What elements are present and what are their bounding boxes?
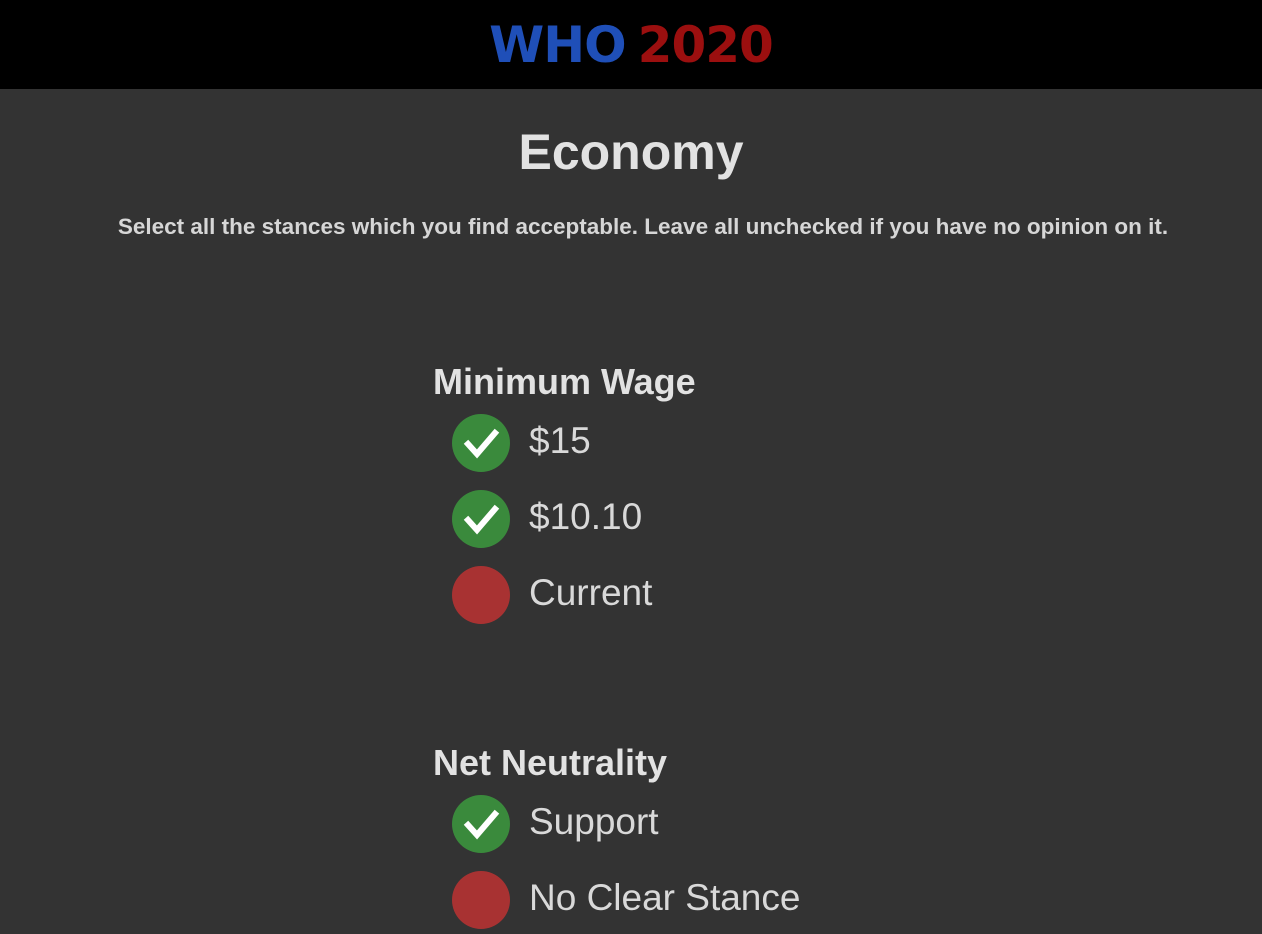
section-title-net-neutrality: Net Neutrality — [433, 742, 668, 783]
check-icon[interactable] — [452, 490, 510, 548]
option-label: No Clear Stance — [529, 877, 801, 918]
option-label: Support — [529, 801, 659, 842]
option-min-wage-10-10[interactable]: $10.10 — [452, 490, 642, 548]
option-label: $15 — [529, 420, 591, 461]
option-min-wage-current[interactable]: Current — [452, 566, 652, 624]
section-title-minimum-wage: Minimum Wage — [433, 361, 696, 402]
check-icon[interactable] — [452, 795, 510, 853]
check-icon[interactable] — [452, 414, 510, 472]
site-logo[interactable]: WHO 2020 — [0, 14, 1262, 76]
unchecked-circle-icon[interactable] — [452, 566, 510, 624]
instructions-text: Select all the stances which you find ac… — [117, 214, 1169, 239]
option-label: Current — [529, 572, 653, 613]
unchecked-circle-icon[interactable] — [452, 871, 510, 929]
option-min-wage-15[interactable]: $15 — [452, 414, 591, 472]
logo-who: WHO — [489, 16, 627, 74]
option-net-neutrality-no-clear-stance[interactable]: No Clear Stance — [452, 871, 800, 929]
option-label: $10.10 — [529, 496, 643, 537]
logo-year: 2020 — [637, 16, 774, 74]
page-title: Economy — [518, 124, 744, 180]
option-net-neutrality-support[interactable]: Support — [452, 795, 659, 853]
site-header: WHO 2020 — [0, 0, 1262, 89]
